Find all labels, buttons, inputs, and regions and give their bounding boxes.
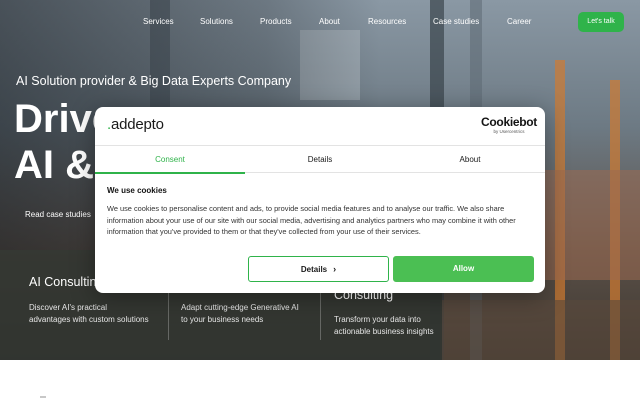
nav-item-services[interactable]: Services — [143, 17, 174, 26]
cookie-consent-dialog: .addepto Cookiebot by Usercentrics Conse… — [95, 107, 545, 293]
cookiebot-logo-text: Cookiebot — [481, 115, 537, 129]
nav-item-about[interactable]: About — [319, 17, 340, 26]
addepto-logo: .addepto — [107, 116, 164, 133]
cookiebot-logo[interactable]: Cookiebot by Usercentrics — [481, 116, 537, 136]
tab-consent[interactable]: Consent — [95, 146, 245, 174]
service-card-text: Adapt cutting-edge Generative AI to your… — [181, 303, 299, 324]
top-navigation: Services Solutions Products About Resour… — [0, 13, 640, 33]
cookie-body-text: We use cookies to personalise content an… — [107, 204, 516, 237]
nav-item-products[interactable]: Products — [260, 17, 292, 26]
tab-about[interactable]: About — [395, 146, 545, 173]
cookie-heading: We use cookies — [107, 186, 167, 195]
service-card-text: Transform your data into actionable busi… — [334, 315, 434, 336]
chevron-right-icon: › — [333, 264, 337, 274]
tab-details[interactable]: Details — [245, 146, 395, 173]
hero-kicker: AI Solution provider & Big Data Experts … — [16, 74, 292, 88]
nav-item-resources[interactable]: Resources — [368, 17, 406, 26]
page-lower-section — [0, 360, 640, 400]
read-case-studies-link[interactable]: Read case studies — [16, 204, 100, 225]
nav-item-career[interactable]: Career — [507, 17, 531, 26]
cookiebot-logo-subtext: by Usercentrics — [493, 129, 525, 134]
details-button[interactable]: Details › — [248, 256, 389, 282]
service-card-title: AI Consulting — [29, 275, 104, 289]
nav-item-solutions[interactable]: Solutions — [200, 17, 233, 26]
cookie-tabs: Consent Details About — [95, 145, 545, 174]
nav-item-case-studies[interactable]: Case studies — [433, 17, 479, 26]
details-button-label: Details — [300, 265, 328, 274]
service-card-text: Discover AI's practical advantages with … — [29, 303, 149, 324]
lets-talk-button[interactable]: Let's talk — [578, 12, 624, 32]
logo-text: addepto — [110, 116, 164, 133]
decorative-mark — [40, 396, 46, 398]
allow-button[interactable]: Allow — [393, 256, 534, 282]
hero-background-floor — [440, 300, 640, 360]
